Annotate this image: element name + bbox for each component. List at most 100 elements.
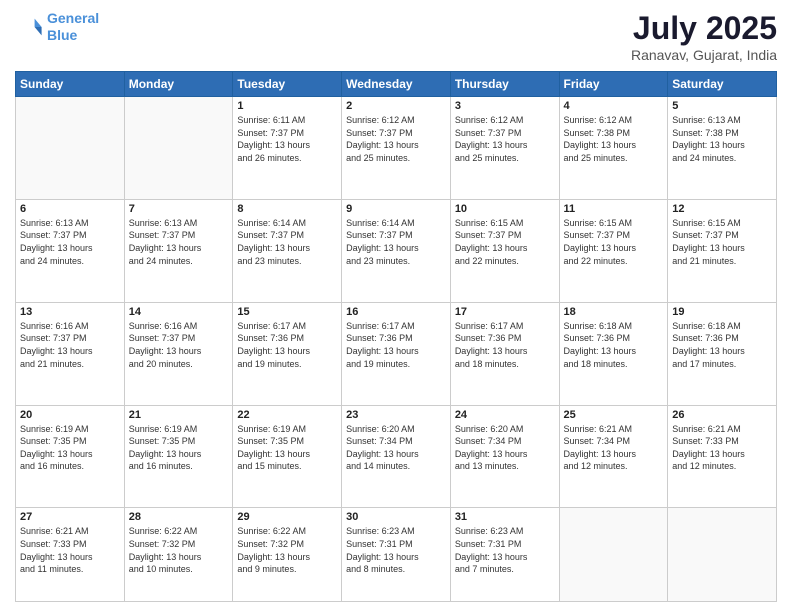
day-number: 8	[237, 203, 337, 215]
day-info: Sunrise: 6:15 AM Sunset: 7:37 PM Dayligh…	[672, 217, 772, 267]
day-number: 15	[237, 306, 337, 318]
calendar-week-row: 13 Sunrise: 6:16 AM Sunset: 7:37 PM Dayli…	[16, 302, 777, 405]
calendar-header-row: SundayMondayTuesdayWednesdayThursdayFrid…	[16, 72, 777, 97]
day-number: 6	[20, 203, 120, 215]
weekday-header: Saturday	[668, 72, 777, 97]
day-info: Sunrise: 6:17 AM Sunset: 7:36 PM Dayligh…	[237, 320, 337, 370]
day-number: 3	[455, 100, 555, 112]
calendar-cell: 30 Sunrise: 6:23 AM Sunset: 7:31 PM Dayli…	[342, 508, 451, 602]
day-number: 20	[20, 409, 120, 421]
day-info: Sunrise: 6:16 AM Sunset: 7:37 PM Dayligh…	[129, 320, 229, 370]
calendar-cell: 26Sunrise: 6:21 AM Sunset: 7:33 PM Dayli…	[668, 405, 777, 508]
day-number: 12	[672, 203, 772, 215]
calendar-cell	[124, 97, 233, 200]
location: Ranavav, Gujarat, India	[631, 47, 777, 63]
calendar-cell: 17 Sunrise: 6:17 AM Sunset: 7:36 PM Dayli…	[450, 302, 559, 405]
day-number: 31	[455, 511, 555, 523]
day-info: Sunrise: 6:18 AM Sunset: 7:36 PM Dayligh…	[672, 320, 772, 370]
calendar-cell: 10 Sunrise: 6:15 AM Sunset: 7:37 PM Dayli…	[450, 199, 559, 302]
calendar-cell: 7Sunrise: 6:13 AM Sunset: 7:37 PM Daylig…	[124, 199, 233, 302]
day-number: 29	[237, 511, 337, 523]
calendar-cell: 31Sunrise: 6:23 AM Sunset: 7:31 PM Dayli…	[450, 508, 559, 602]
calendar-cell: 12 Sunrise: 6:15 AM Sunset: 7:37 PM Dayli…	[668, 199, 777, 302]
day-number: 13	[20, 306, 120, 318]
day-number: 30	[346, 511, 446, 523]
calendar-cell: 23 Sunrise: 6:20 AM Sunset: 7:34 PM Dayli…	[342, 405, 451, 508]
calendar-table: SundayMondayTuesdayWednesdayThursdayFrid…	[15, 71, 777, 602]
day-number: 25	[564, 409, 664, 421]
calendar-cell: 4 Sunrise: 6:12 AM Sunset: 7:38 PM Daylig…	[559, 97, 668, 200]
day-number: 17	[455, 306, 555, 318]
day-info: Sunrise: 6:12 AM Sunset: 7:37 PM Dayligh…	[455, 114, 555, 164]
calendar-cell	[16, 97, 125, 200]
logo-text: General Blue	[47, 10, 99, 44]
calendar-cell: 28 Sunrise: 6:22 AM Sunset: 7:32 PM Dayli…	[124, 508, 233, 602]
day-number: 24	[455, 409, 555, 421]
day-info: Sunrise: 6:22 AM Sunset: 7:32 PM Dayligh…	[237, 525, 337, 575]
calendar-cell: 20Sunrise: 6:19 AM Sunset: 7:35 PM Dayli…	[16, 405, 125, 508]
weekday-header: Sunday	[16, 72, 125, 97]
calendar-cell: 13 Sunrise: 6:16 AM Sunset: 7:37 PM Dayli…	[16, 302, 125, 405]
day-info: Sunrise: 6:19 AM Sunset: 7:35 PM Dayligh…	[129, 423, 229, 473]
day-number: 9	[346, 203, 446, 215]
calendar-cell: 19 Sunrise: 6:18 AM Sunset: 7:36 PM Dayli…	[668, 302, 777, 405]
calendar-week-row: 27Sunrise: 6:21 AM Sunset: 7:33 PM Dayli…	[16, 508, 777, 602]
day-info: Sunrise: 6:14 AM Sunset: 7:37 PM Dayligh…	[346, 217, 446, 267]
page: General Blue July 2025 Ranavav, Gujarat,…	[0, 0, 792, 612]
calendar-cell: 9 Sunrise: 6:14 AM Sunset: 7:37 PM Daylig…	[342, 199, 451, 302]
day-number: 7	[129, 203, 229, 215]
calendar-week-row: 6 Sunrise: 6:13 AM Sunset: 7:37 PM Daylig…	[16, 199, 777, 302]
day-info: Sunrise: 6:20 AM Sunset: 7:34 PM Dayligh…	[346, 423, 446, 473]
day-info: Sunrise: 6:17 AM Sunset: 7:36 PM Dayligh…	[455, 320, 555, 370]
calendar-cell	[559, 508, 668, 602]
day-info: Sunrise: 6:17 AM Sunset: 7:36 PM Dayligh…	[346, 320, 446, 370]
day-info: Sunrise: 6:16 AM Sunset: 7:37 PM Dayligh…	[20, 320, 120, 370]
day-info: Sunrise: 6:13 AM Sunset: 7:38 PM Dayligh…	[672, 114, 772, 164]
calendar-week-row: 20 Sunrise: 6:19 AM Sunset: 7:35 PM Dayli…	[16, 405, 777, 508]
day-info: Sunrise: 6:21 AM Sunset: 7:34 PM Dayligh…	[564, 423, 664, 473]
day-info: Sunrise: 6:21 AM Sunset: 7:33 PM Dayligh…	[20, 525, 120, 575]
weekday-header: Tuesday	[233, 72, 342, 97]
day-info: Sunrise: 6:15 AM Sunset: 7:37 PM Dayligh…	[564, 217, 664, 267]
logo: General Blue	[15, 10, 99, 44]
day-info: Sunrise: 6:12 AM Sunset: 7:37 PM Dayligh…	[346, 114, 446, 164]
day-number: 5	[672, 100, 772, 112]
calendar-cell: 6 Sunrise: 6:13 AM Sunset: 7:37 PM Daylig…	[16, 199, 125, 302]
weekday-header: Thursday	[450, 72, 559, 97]
calendar-cell: 15 Sunrise: 6:17 AM Sunset: 7:36 PM Dayli…	[233, 302, 342, 405]
day-info: Sunrise: 6:22 AM Sunset: 7:32 PM Dayligh…	[129, 525, 229, 575]
weekday-header: Friday	[559, 72, 668, 97]
day-info: Sunrise: 6:15 AM Sunset: 7:37 PM Dayligh…	[455, 217, 555, 267]
calendar-cell: 29 Sunrise: 6:22 AM Sunset: 7:32 PM Dayli…	[233, 508, 342, 602]
day-number: 4	[564, 100, 664, 112]
day-number: 10	[455, 203, 555, 215]
day-number: 23	[346, 409, 446, 421]
month-title: July 2025	[631, 10, 777, 47]
day-info: Sunrise: 6:12 AM Sunset: 7:38 PM Dayligh…	[564, 114, 664, 164]
calendar-cell: 24Sunrise: 6:20 AM Sunset: 7:34 PM Dayli…	[450, 405, 559, 508]
day-info: Sunrise: 6:19 AM Sunset: 7:35 PM Dayligh…	[237, 423, 337, 473]
day-number: 18	[564, 306, 664, 318]
day-number: 19	[672, 306, 772, 318]
calendar-cell: 11 Sunrise: 6:15 AM Sunset: 7:37 PM Dayli…	[559, 199, 668, 302]
logo-icon	[15, 13, 43, 41]
calendar-cell: 22Sunrise: 6:19 AM Sunset: 7:35 PM Dayli…	[233, 405, 342, 508]
day-info: Sunrise: 6:13 AM Sunset: 7:37 PM Dayligh…	[20, 217, 120, 267]
calendar-cell: 2 Sunrise: 6:12 AM Sunset: 7:37 PM Daylig…	[342, 97, 451, 200]
calendar-cell: 8Sunrise: 6:14 AM Sunset: 7:37 PM Daylig…	[233, 199, 342, 302]
day-info: Sunrise: 6:21 AM Sunset: 7:33 PM Dayligh…	[672, 423, 772, 473]
day-number: 11	[564, 203, 664, 215]
day-number: 1	[237, 100, 337, 112]
calendar-cell: 16Sunrise: 6:17 AM Sunset: 7:36 PM Dayli…	[342, 302, 451, 405]
weekday-header: Monday	[124, 72, 233, 97]
calendar-cell: 3 Sunrise: 6:12 AM Sunset: 7:37 PM Daylig…	[450, 97, 559, 200]
day-info: Sunrise: 6:18 AM Sunset: 7:36 PM Dayligh…	[564, 320, 664, 370]
day-number: 28	[129, 511, 229, 523]
day-number: 21	[129, 409, 229, 421]
day-number: 2	[346, 100, 446, 112]
day-info: Sunrise: 6:11 AM Sunset: 7:37 PM Dayligh…	[237, 114, 337, 164]
day-info: Sunrise: 6:23 AM Sunset: 7:31 PM Dayligh…	[346, 525, 446, 575]
title-block: July 2025 Ranavav, Gujarat, India	[631, 10, 777, 63]
day-number: 14	[129, 306, 229, 318]
calendar-week-row: 1 Sunrise: 6:11 AM Sunset: 7:37 PM Daylig…	[16, 97, 777, 200]
